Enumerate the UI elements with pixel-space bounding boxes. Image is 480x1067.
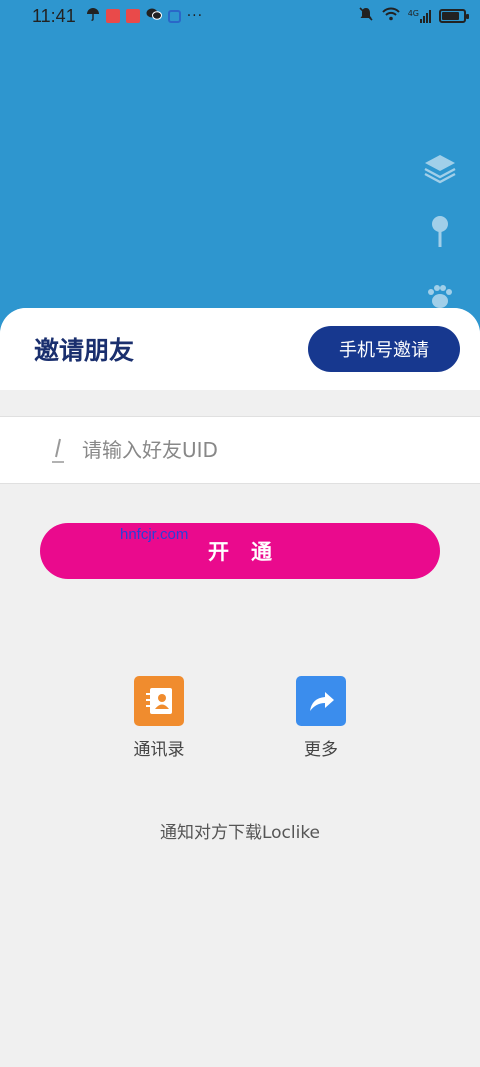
network-type: 4G — [407, 9, 419, 18]
invite-sheet: 邀请朋友 手机号邀请 开通 hnfcjr.com 通讯录 — [0, 308, 480, 1067]
status-time: 11:41 — [32, 5, 76, 26]
share-item-label: 更多 — [304, 740, 338, 760]
share-item-label: 通讯录 — [133, 740, 185, 760]
uid-field-row — [0, 416, 480, 484]
page-title: 邀请朋友 — [34, 336, 135, 365]
uid-input[interactable] — [82, 438, 480, 462]
phone-invite-button[interactable]: 手机号邀请 — [308, 326, 460, 372]
contacts-icon — [134, 676, 184, 726]
status-bar: 11:41 ··· 4G — [0, 0, 480, 32]
share-arrow-icon — [296, 676, 346, 726]
app-notification-icon — [105, 9, 120, 23]
watermark: hnfcjr.com — [120, 526, 189, 543]
pen-icon — [48, 435, 68, 465]
umbrella-icon — [86, 6, 100, 26]
app-notification-icon — [125, 9, 140, 23]
share-contacts[interactable]: 通讯录 — [119, 676, 199, 760]
mute-icon — [358, 6, 374, 27]
share-more[interactable]: 更多 — [281, 676, 361, 760]
map-tools — [422, 150, 458, 314]
activate-button[interactable]: 开通 — [40, 523, 440, 579]
layers-icon[interactable] — [422, 150, 458, 186]
wechat-icon — [146, 7, 162, 25]
notify-text: 通知对方下载Loclike — [159, 823, 321, 843]
pin-icon[interactable] — [422, 214, 458, 250]
invite-header: 邀请朋友 手机号邀请 — [0, 308, 480, 390]
wifi-icon — [381, 6, 400, 26]
share-options: 通讯录 更多 — [0, 676, 480, 760]
app-notification-icon — [167, 9, 181, 23]
signal-icon: 4G — [408, 9, 431, 23]
battery-icon — [439, 9, 469, 23]
more-notifications-icon: ··· — [186, 8, 204, 24]
